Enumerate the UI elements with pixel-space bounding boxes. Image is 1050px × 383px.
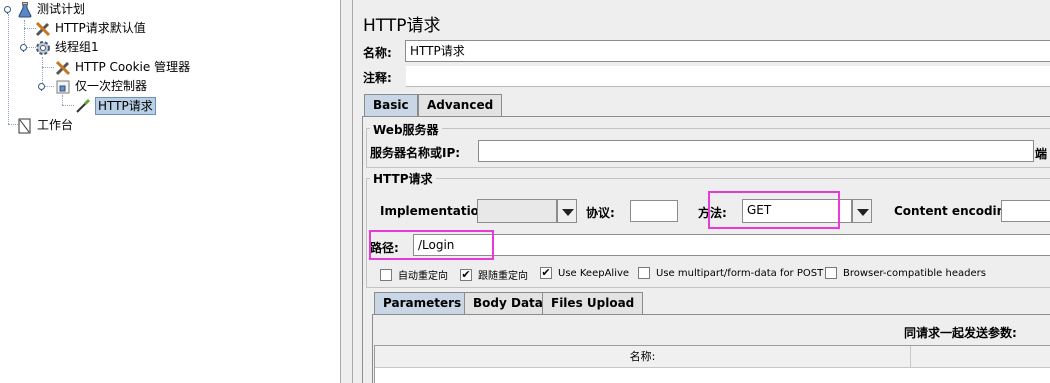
tree-item-label: 仅一次控制器 bbox=[75, 79, 148, 93]
flask-icon bbox=[18, 1, 32, 17]
tree-item-http-request[interactable]: HTTP请求 bbox=[74, 96, 156, 115]
tree-item-label: 工作台 bbox=[37, 118, 74, 132]
tab-files-upload[interactable]: Files Upload bbox=[542, 292, 644, 314]
tree-item-label: HTTP请求 bbox=[95, 96, 156, 115]
checkbox-use-keepalive[interactable]: ✔ Use KeepAlive bbox=[540, 267, 629, 279]
tab-parameters[interactable]: Parameters bbox=[374, 292, 471, 314]
checkbox-box[interactable] bbox=[380, 268, 392, 281]
checkbox-label: Use multipart/form-data for POST bbox=[656, 267, 824, 279]
http-request-group-title: HTTP请求 bbox=[370, 170, 436, 187]
wrench-icon bbox=[55, 60, 71, 75]
tree-connector bbox=[62, 105, 74, 106]
implementation-label: Implementation: bbox=[380, 204, 493, 218]
implementation-select[interactable] bbox=[477, 199, 557, 223]
comment-label: 注释: bbox=[363, 71, 392, 85]
test-plan-tree[interactable]: 测试计划 HTTP请求默认值 线程组1 HTTP Cookie 管理器 仅一次控… bbox=[0, 0, 340, 383]
checkbox-label: 自动重定向 bbox=[398, 271, 448, 282]
collapse-toggle-icon[interactable] bbox=[37, 82, 46, 91]
tree-item-thread-group[interactable]: 线程组1 bbox=[34, 38, 99, 57]
protocol-field[interactable] bbox=[630, 200, 678, 222]
checkbox-multipart[interactable]: Use multipart/form-data for POST bbox=[638, 267, 823, 279]
content-encoding-label: Content encoding: bbox=[894, 204, 1019, 218]
collapse-toggle-icon[interactable] bbox=[19, 43, 28, 52]
tree-connector bbox=[62, 95, 63, 105]
name-field[interactable]: HTTP请求 bbox=[405, 40, 1050, 62]
collapse-toggle-icon[interactable] bbox=[3, 5, 12, 14]
port-label: 端 bbox=[1035, 147, 1048, 161]
workbench-icon bbox=[18, 118, 31, 133]
checkbox-label: 跟随重定向 bbox=[478, 271, 528, 282]
gear-icon bbox=[36, 40, 50, 55]
checkbox-box[interactable]: ✔ bbox=[460, 268, 472, 281]
tree-connector bbox=[42, 67, 54, 68]
server-field[interactable] bbox=[478, 140, 1034, 162]
chevron-down-icon[interactable] bbox=[557, 199, 577, 223]
table-header: 名称: bbox=[375, 346, 1050, 368]
checkbox-box[interactable] bbox=[638, 267, 650, 279]
server-label: 服务器名称或IP: bbox=[370, 146, 461, 160]
tab-basic[interactable]: Basic bbox=[364, 94, 418, 116]
page-title: HTTP请求 bbox=[363, 16, 441, 36]
checkbox-box[interactable]: ✔ bbox=[540, 267, 552, 279]
parameters-table[interactable]: 名称: bbox=[374, 345, 1050, 383]
comment-field[interactable] bbox=[405, 65, 1050, 87]
path-highlight bbox=[369, 230, 494, 260]
tree-item-test-plan[interactable]: 测试计划 bbox=[16, 0, 85, 19]
checkbox-label: Browser-compatible headers bbox=[843, 267, 986, 279]
content-encoding-field[interactable] bbox=[1001, 200, 1050, 222]
checkbox-label: Use KeepAlive bbox=[558, 267, 630, 279]
checkbox-box[interactable] bbox=[825, 267, 837, 279]
path-field[interactable]: /Login bbox=[413, 234, 1050, 256]
pane-splitter[interactable] bbox=[340, 0, 353, 383]
method-highlight bbox=[708, 191, 840, 229]
column-header-name[interactable]: 名称: bbox=[375, 346, 911, 368]
tree-item-label: 线程组1 bbox=[55, 40, 99, 54]
name-label: 名称: bbox=[363, 46, 392, 60]
tree-item-label: HTTP请求默认值 bbox=[55, 21, 146, 35]
tree-item-label: 测试计划 bbox=[37, 2, 86, 16]
tree-item-cookie-manager[interactable]: HTTP Cookie 管理器 bbox=[54, 58, 190, 77]
tree-item-label: HTTP Cookie 管理器 bbox=[75, 60, 191, 74]
checkbox-follow-redirects[interactable]: ✔ 跟随重定向 bbox=[460, 267, 528, 282]
checkbox-browser-headers[interactable]: Browser-compatible headers bbox=[825, 267, 986, 279]
checkbox-auto-redirect[interactable]: 自动重定向 bbox=[380, 267, 448, 282]
tree-item-once-only-controller[interactable]: 仅一次控制器 bbox=[54, 77, 147, 96]
send-params-label: 同请求一起发送参数: bbox=[904, 326, 1017, 340]
chevron-down-icon[interactable] bbox=[852, 199, 872, 223]
tree-connector bbox=[8, 14, 9, 124]
web-server-group-title: Web服务器 bbox=[370, 121, 442, 138]
pipette-icon bbox=[76, 98, 91, 113]
tree-item-workbench[interactable]: 工作台 bbox=[16, 116, 73, 135]
wrench-icon bbox=[35, 21, 51, 36]
protocol-label: 协议: bbox=[586, 206, 615, 220]
controller-icon bbox=[56, 80, 70, 93]
tab-body-data[interactable]: Body Data bbox=[464, 292, 552, 314]
tab-advanced[interactable]: Advanced bbox=[418, 94, 503, 116]
http-request-panel: HTTP请求 名称: HTTP请求 注释: Basic Advanced Web… bbox=[353, 0, 1050, 383]
tree-item-http-defaults[interactable]: HTTP请求默认值 bbox=[34, 19, 146, 38]
